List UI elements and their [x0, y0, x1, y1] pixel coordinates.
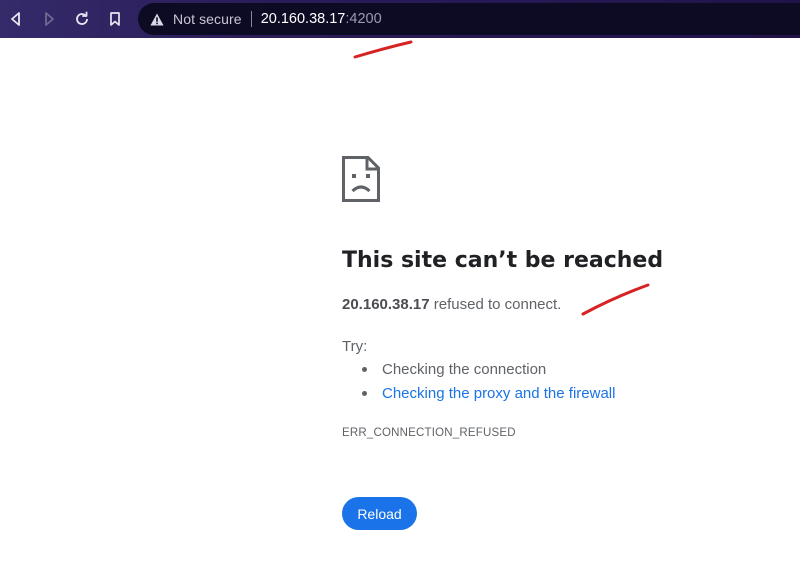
forward-icon	[45, 12, 54, 26]
error-message: refused to connect.	[429, 296, 562, 313]
bookmark-icon	[110, 12, 120, 26]
error-page: This site can’t be reached 20.160.38.17 …	[342, 0, 782, 568]
bullet	[362, 391, 367, 396]
suggestion-check-connection: Checking the connection	[382, 361, 547, 378]
back-icon	[11, 12, 20, 26]
error-detail: 20.160.38.17 refused to connect.	[342, 296, 561, 313]
address-separator	[250, 11, 252, 27]
reload-page-button[interactable]	[70, 7, 94, 31]
sad-page-icon	[342, 156, 380, 202]
page-title: This site can’t be reached	[342, 248, 664, 273]
suggestion-item: Checking the connection	[362, 361, 546, 378]
bookmark-button[interactable]	[103, 7, 127, 31]
forward-button[interactable]	[37, 7, 61, 31]
suggestion-check-proxy-link[interactable]: Checking the proxy and the firewall	[382, 385, 615, 402]
try-label: Try:	[342, 338, 368, 355]
security-status[interactable]: Not secure	[173, 11, 242, 27]
url-host: 20.160.38.17	[260, 11, 346, 27]
reload-button[interactable]: Reload	[342, 497, 417, 530]
error-host: 20.160.38.17	[342, 296, 430, 313]
back-button[interactable]	[4, 7, 28, 31]
error-code: ERR_CONNECTION_REFUSED	[342, 427, 516, 439]
suggestion-item[interactable]: Checking the proxy and the firewall	[362, 385, 615, 402]
warning-icon[interactable]	[150, 12, 164, 26]
bullet	[362, 367, 367, 372]
reload-icon	[76, 11, 88, 25]
